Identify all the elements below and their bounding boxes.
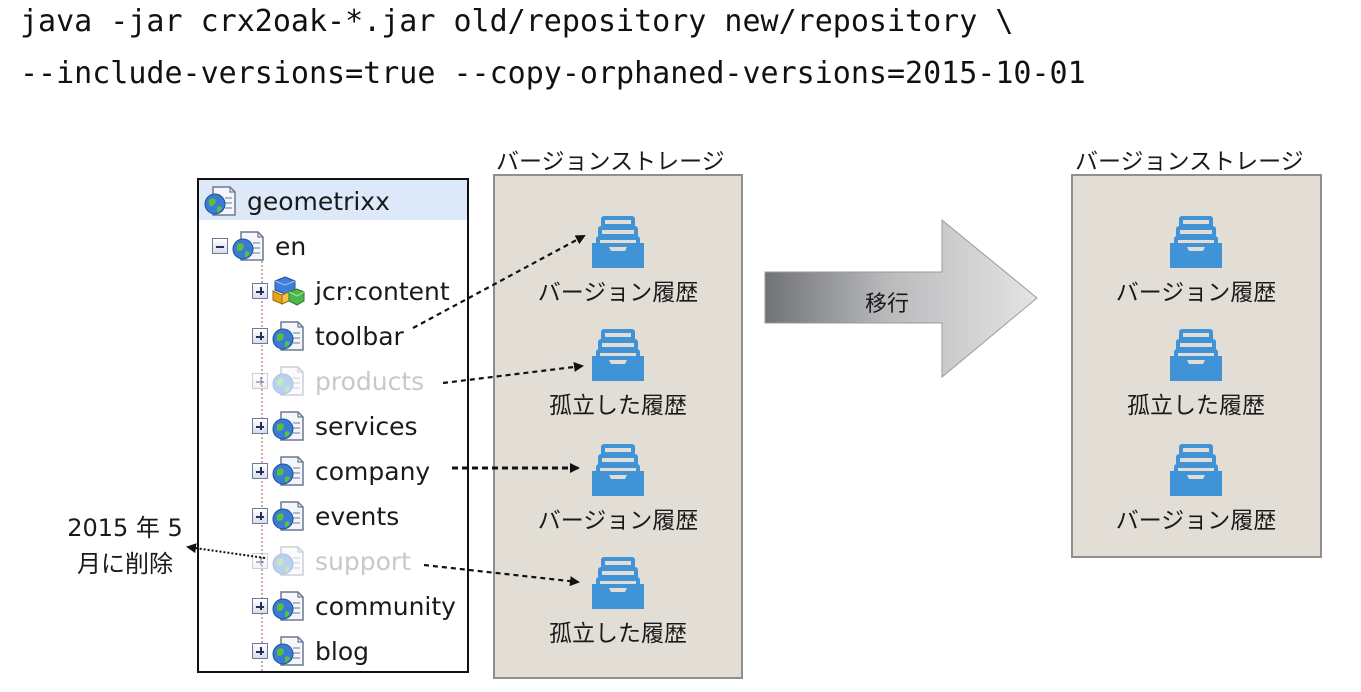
- storage_before-item-label: バージョン履歴: [537, 280, 699, 306]
- archive-tray-icon: [592, 329, 644, 381]
- archive-tray-icon: [1170, 444, 1222, 496]
- storage_after-item-label: バージョン履歴: [1115, 280, 1277, 306]
- storage_before-item: バージョン履歴: [493, 443, 743, 535]
- archive-tray-icon: [592, 557, 644, 609]
- connector-deleted-note: [186, 543, 266, 559]
- storage_before-item-label: バージョン履歴: [537, 508, 699, 534]
- storage_after-item: 孤立した履歴: [1071, 328, 1321, 420]
- storage_after-item: バージョン履歴: [1071, 215, 1321, 307]
- storage_before-item: 孤立した履歴: [493, 556, 743, 648]
- storage_before-item-label: 孤立した履歴: [549, 621, 687, 647]
- archive-tray-icon: [1170, 329, 1222, 381]
- storage_after-item-label: 孤立した履歴: [1127, 393, 1265, 419]
- storage_after-item: バージョン履歴: [1071, 443, 1321, 535]
- storage_before-item: バージョン履歴: [493, 215, 743, 307]
- archive-tray-icon: [592, 444, 644, 496]
- storage_before-item: 孤立した履歴: [493, 328, 743, 420]
- archive-tray-icon: [592, 216, 644, 268]
- archive-tray-icon: [1170, 216, 1222, 268]
- storage_before-item-label: 孤立した履歴: [549, 393, 687, 419]
- storage_after-item-label: バージョン履歴: [1115, 508, 1277, 534]
